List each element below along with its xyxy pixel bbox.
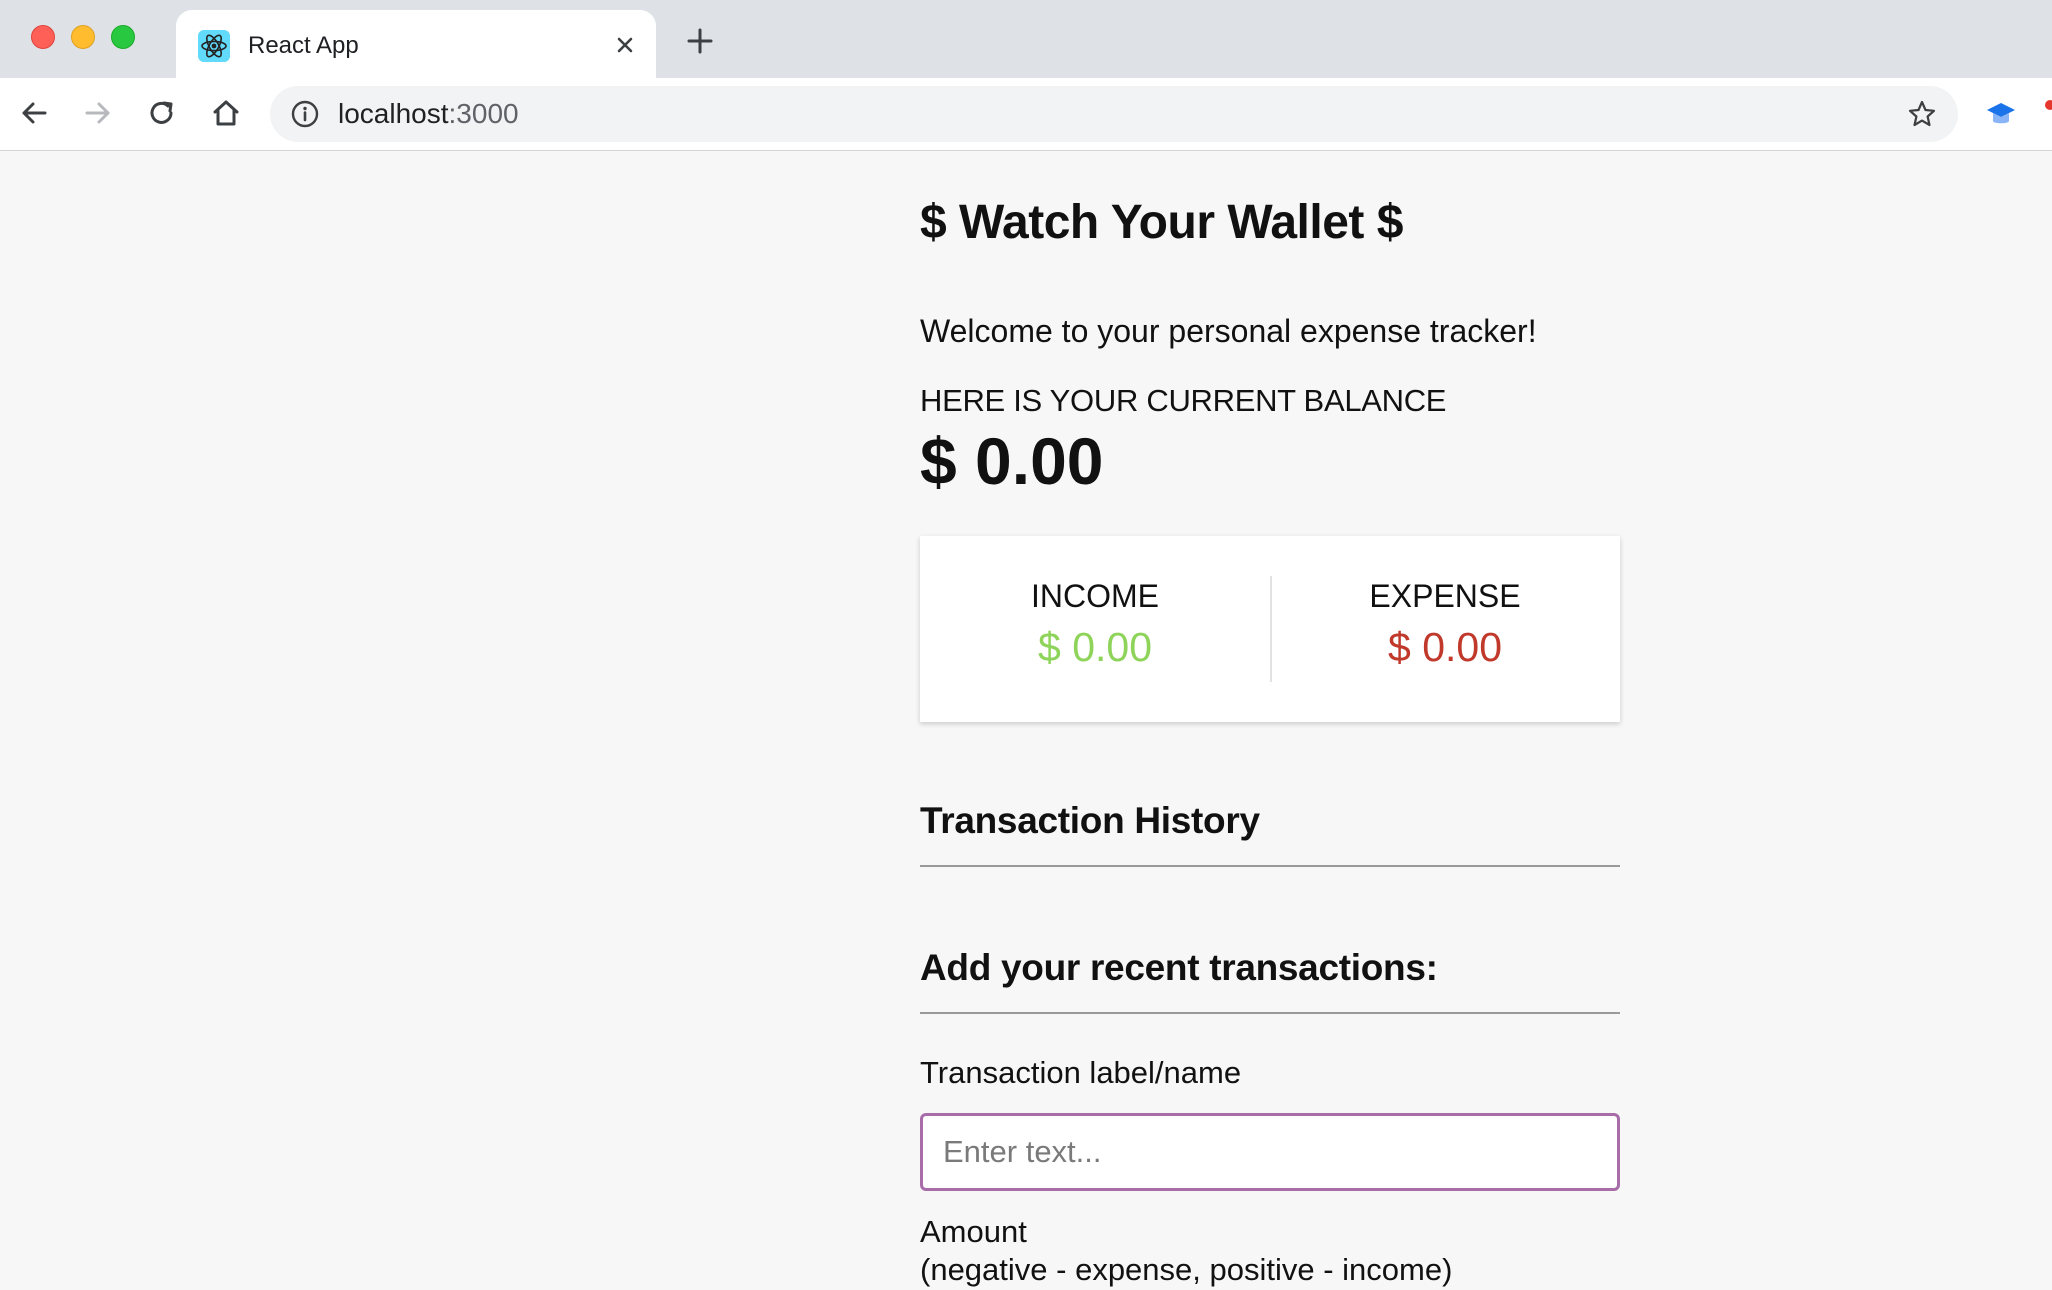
- income-value: $ 0.00: [1038, 624, 1152, 670]
- tab-title: React App: [248, 32, 359, 59]
- minimize-window-button[interactable]: [71, 25, 95, 49]
- site-info-icon[interactable]: [290, 99, 320, 129]
- transaction-label-field-label: Transaction label/name: [920, 1055, 1242, 1090]
- new-tab-button[interactable]: [683, 24, 717, 58]
- close-window-button[interactable]: [31, 25, 55, 49]
- income-label: INCOME: [1031, 578, 1159, 614]
- back-arrow-icon[interactable]: [16, 95, 52, 131]
- url-port: :3000: [448, 98, 519, 129]
- reload-icon[interactable]: [144, 95, 180, 131]
- page-title: $ Watch Your Wallet $: [920, 196, 1403, 249]
- home-icon[interactable]: [208, 95, 244, 131]
- transaction-label-input[interactable]: [920, 1113, 1620, 1191]
- expense-label: EXPENSE: [1369, 578, 1521, 614]
- expense-value: $ 0.00: [1388, 624, 1502, 670]
- transaction-history-title: Transaction History: [920, 800, 1260, 841]
- welcome-text: Welcome to your personal expense tracker…: [920, 313, 1537, 349]
- add-transaction-title: Add your recent transactions:: [920, 947, 1438, 988]
- history-divider: [920, 865, 1620, 867]
- react-favicon-icon: [198, 30, 230, 62]
- browser-tabstrip: React App: [0, 0, 2052, 78]
- bookmark-star-icon[interactable]: [1906, 98, 1938, 130]
- amount-hint: (negative - expense, positive - income): [920, 1252, 1453, 1287]
- expense-section: EXPENSE $ 0.00: [1270, 536, 1620, 722]
- income-section: INCOME $ 0.00: [920, 536, 1270, 722]
- balance-value: $ 0.00: [920, 424, 1104, 498]
- amount-label: Amount: [920, 1214, 1027, 1249]
- add-transaction-divider: [920, 1012, 1620, 1014]
- forward-arrow-icon[interactable]: [80, 95, 116, 131]
- browser-toolbar: localhost:3000: [0, 78, 2052, 151]
- income-expense-card: INCOME $ 0.00 EXPENSE $ 0.00: [920, 536, 1620, 722]
- address-bar[interactable]: localhost:3000: [270, 86, 1958, 142]
- url-text[interactable]: localhost:3000: [338, 99, 519, 129]
- extension-badge-icon[interactable]: [2045, 100, 2052, 110]
- browser-tab-active[interactable]: React App: [176, 10, 656, 78]
- url-host: localhost: [338, 98, 449, 129]
- maximize-window-button[interactable]: [111, 25, 135, 49]
- balance-label: HERE IS YOUR CURRENT BALANCE: [920, 383, 1447, 418]
- graduation-cap-extension-icon[interactable]: [1984, 97, 2018, 131]
- tab-close-icon[interactable]: [608, 28, 642, 62]
